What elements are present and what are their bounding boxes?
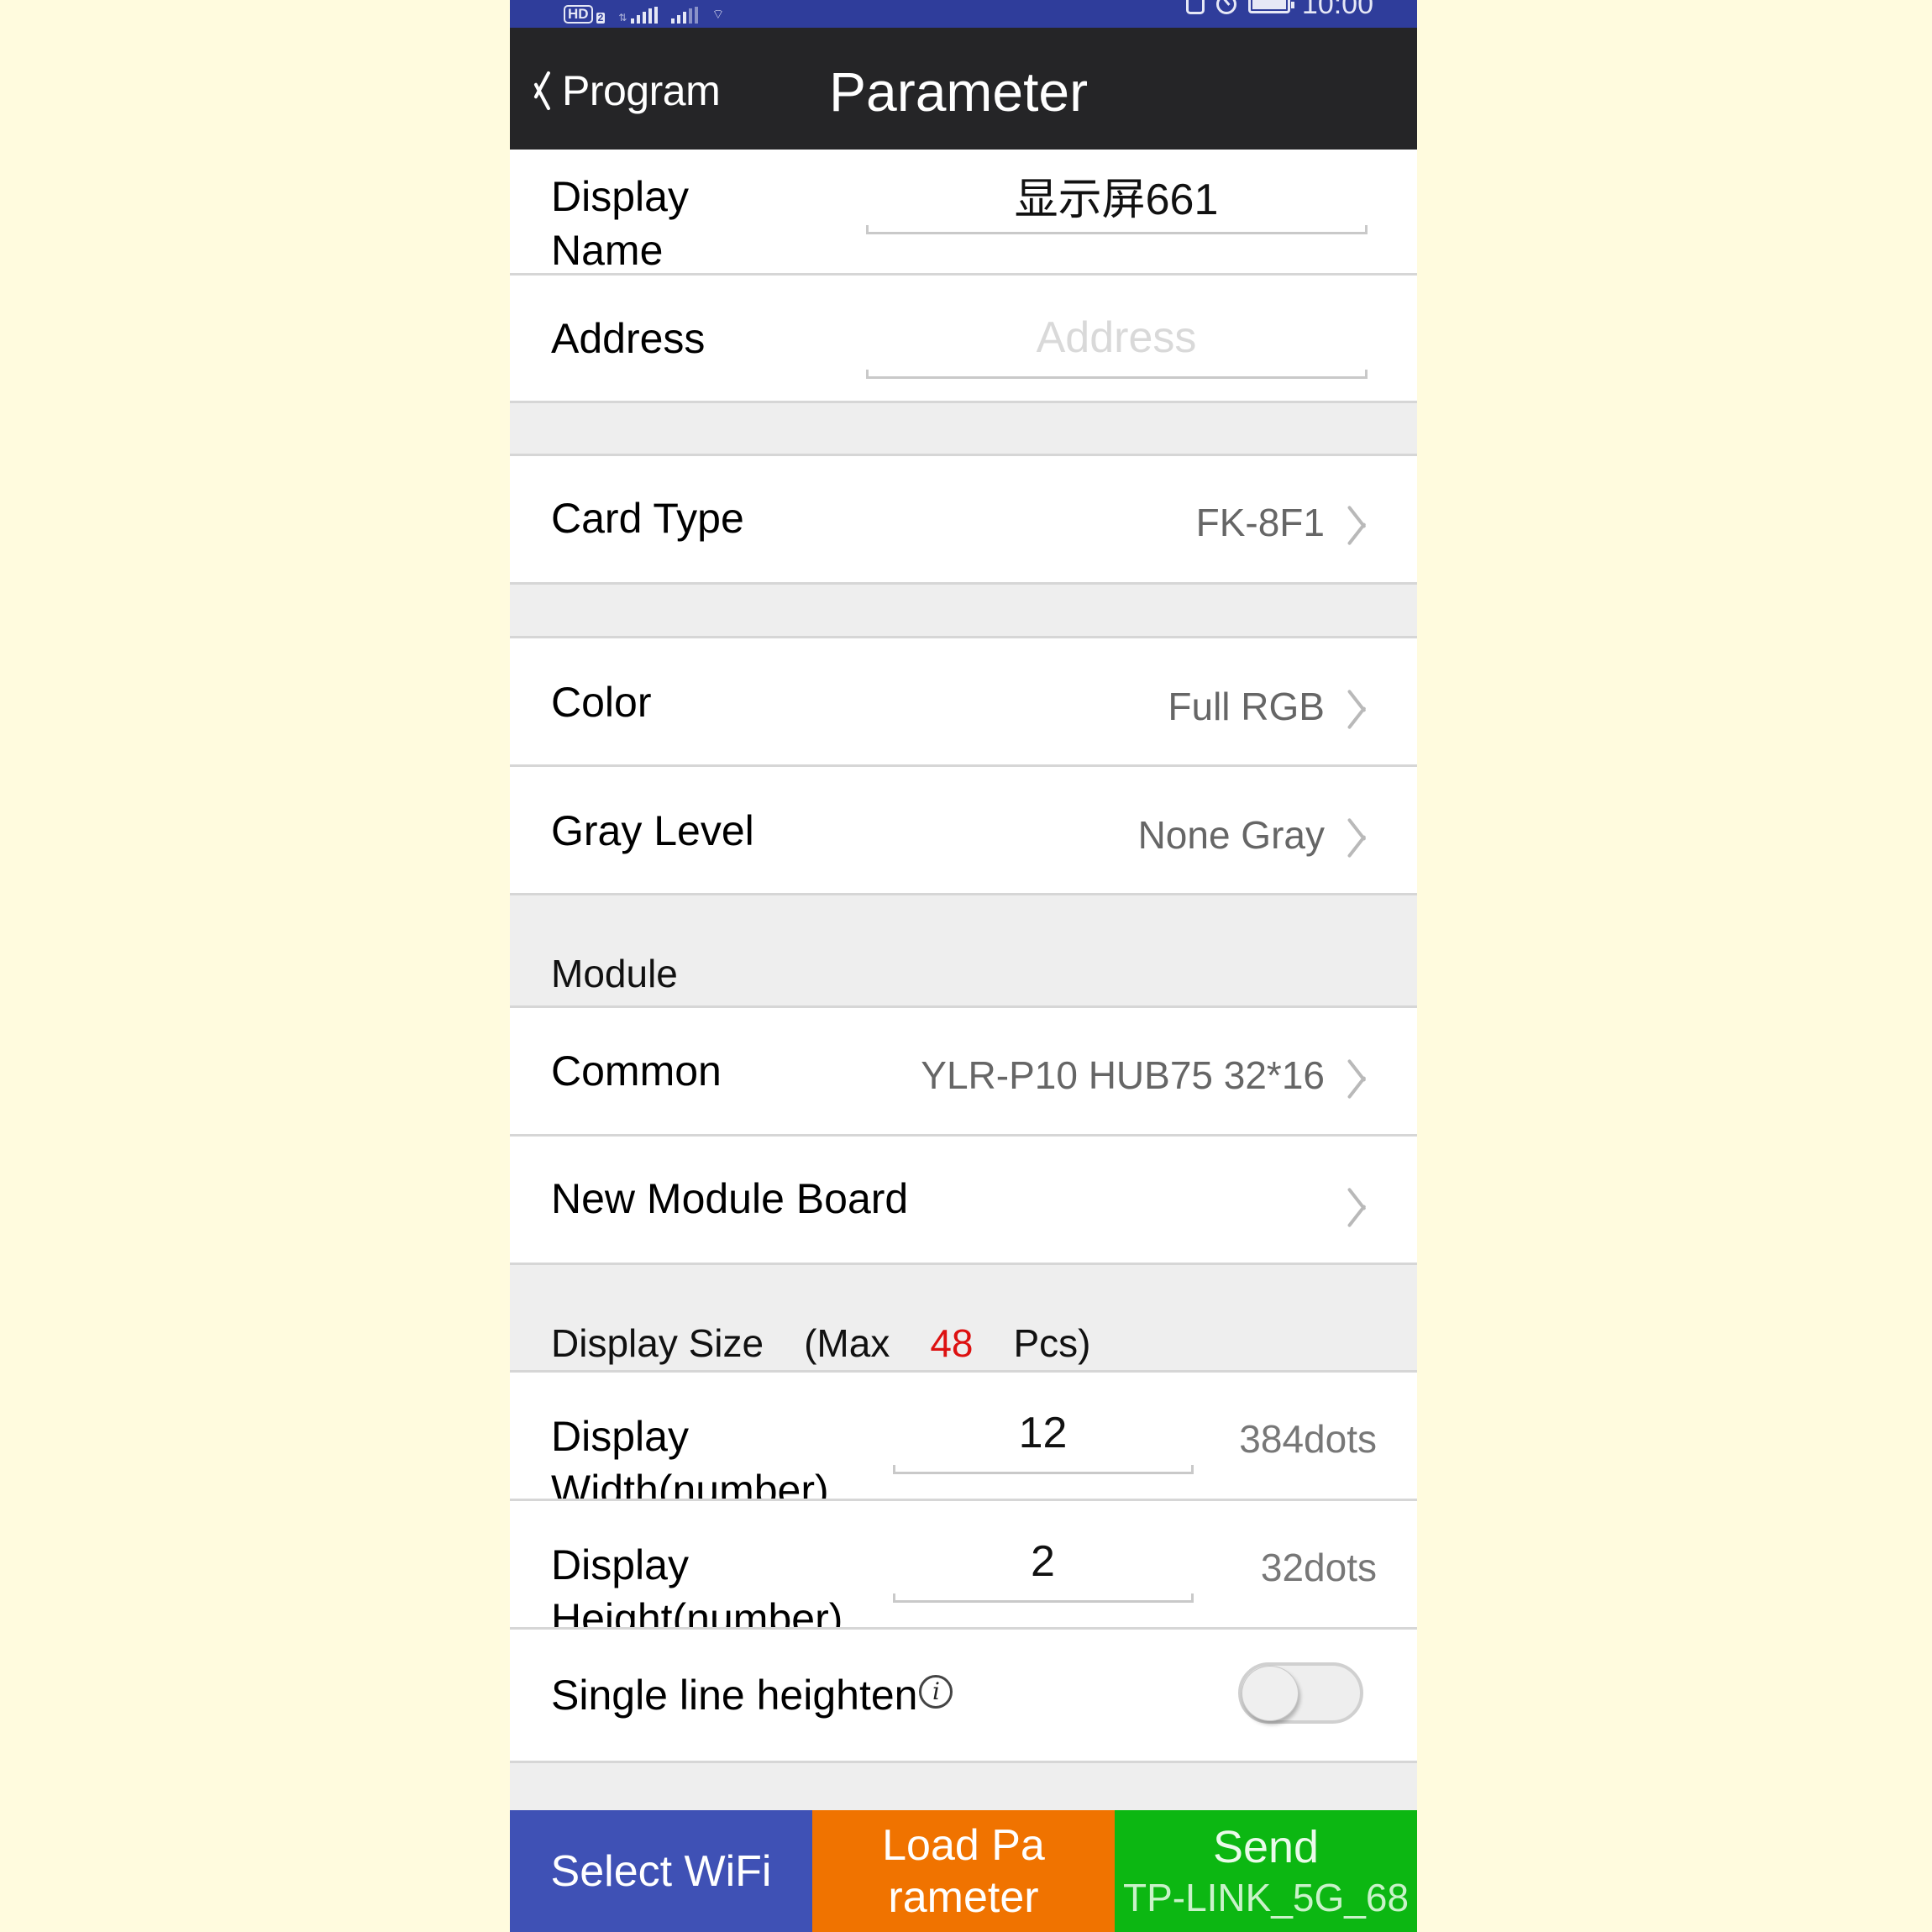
display-width-row: Display Width(number) 384dots bbox=[510, 1373, 1417, 1501]
signal-icon bbox=[671, 7, 699, 24]
load-parameter-button[interactable]: Load Pa rameter bbox=[812, 1810, 1115, 1932]
alarm-icon bbox=[1215, 0, 1236, 14]
label-line: Display bbox=[551, 1413, 689, 1460]
display-size-section-header: Display Size (Max 48 Pcs) bbox=[510, 1265, 1417, 1373]
gray-level-label: Gray Level bbox=[551, 807, 754, 854]
sim-slot-badge: 2 bbox=[596, 12, 606, 24]
display-width-dots: 384dots bbox=[1239, 1417, 1377, 1461]
chevron-right-icon bbox=[1353, 686, 1377, 728]
back-button[interactable]: Program bbox=[528, 61, 721, 120]
color-label: Color bbox=[551, 679, 652, 726]
display-height-input[interactable] bbox=[893, 1536, 1193, 1587]
display-name-field[interactable] bbox=[866, 170, 1367, 225]
battery-icon bbox=[1247, 0, 1294, 13]
max-suffix: Pcs) bbox=[1013, 1321, 1091, 1365]
select-wifi-button[interactable]: Select WiFi bbox=[510, 1810, 812, 1932]
display-width-label: Display Width(number) bbox=[551, 1410, 829, 1501]
address-label: Address bbox=[551, 315, 706, 362]
section-gap bbox=[510, 585, 1417, 638]
load-parameter-label: Load Pa bbox=[882, 1820, 1045, 1870]
display-height-field[interactable] bbox=[893, 1536, 1193, 1587]
status-bar-right: 10:00 bbox=[1185, 0, 1373, 20]
page-title: Parameter bbox=[829, 60, 1089, 123]
section-gap bbox=[510, 1763, 1417, 1810]
card-type-label: Card Type bbox=[551, 495, 744, 542]
phone-screen: HD 2 ⇅ ⌔ 10:00 Program Parameter Display… bbox=[510, 0, 1417, 1932]
address-input[interactable] bbox=[866, 312, 1367, 363]
display-height-dots: 32dots bbox=[1260, 1546, 1377, 1589]
new-module-board-row[interactable]: New Module Board bbox=[510, 1137, 1417, 1265]
label-line: Height(number) bbox=[551, 1595, 843, 1630]
bottom-action-bar: Select WiFi Load Pa rameter Send TP-LINK… bbox=[510, 1810, 1417, 1932]
nfc-icon bbox=[1185, 0, 1205, 14]
back-label: Program bbox=[562, 67, 721, 114]
display-height-label: Display Height(number) bbox=[551, 1538, 843, 1630]
status-bar: HD 2 ⇅ ⌔ 10:00 bbox=[510, 0, 1417, 28]
toggle-knob bbox=[1242, 1666, 1299, 1721]
gray-level-value: None Gray bbox=[1137, 813, 1325, 857]
display-name-label: Display Name bbox=[551, 170, 689, 274]
common-value: YLR-P10 HUB75 32*16 bbox=[921, 1053, 1325, 1097]
status-bar-left: HD 2 ⇅ ⌔ bbox=[564, 0, 724, 24]
section-gap bbox=[510, 403, 1417, 456]
label-line: Display bbox=[551, 1541, 689, 1588]
display-size-title: Display Size bbox=[551, 1321, 764, 1365]
gray-level-row[interactable]: Gray Level None Gray bbox=[510, 767, 1417, 895]
status-time: 10:00 bbox=[1301, 0, 1373, 20]
color-value: Full RGB bbox=[1168, 685, 1325, 728]
single-line-heighten-row: Single line heighten i bbox=[510, 1630, 1417, 1763]
max-count: 48 bbox=[930, 1321, 974, 1365]
address-row: Address bbox=[510, 276, 1417, 403]
card-type-value: FK-8F1 bbox=[1195, 501, 1325, 544]
send-label: Send bbox=[1212, 1821, 1320, 1872]
display-name-input[interactable] bbox=[866, 170, 1367, 220]
common-label: Common bbox=[551, 1047, 722, 1095]
address-field[interactable] bbox=[866, 312, 1367, 363]
chevron-right-icon bbox=[1353, 815, 1377, 857]
chevron-right-icon bbox=[1353, 1184, 1377, 1226]
common-module-row[interactable]: Common YLR-P10 HUB75 32*16 bbox=[510, 1008, 1417, 1137]
display-size-section-label: Display Size (Max 48 Pcs) bbox=[551, 1320, 1091, 1366]
signal-icon: ⇅ bbox=[618, 7, 659, 24]
display-height-row: Display Height(number) 32dots bbox=[510, 1501, 1417, 1630]
color-row[interactable]: Color Full RGB bbox=[510, 638, 1417, 767]
chevron-right-icon bbox=[1353, 502, 1377, 544]
hd-voice-icon: HD bbox=[564, 5, 593, 24]
single-line-heighten-text: Single line heighten bbox=[551, 1672, 918, 1719]
select-wifi-label: Select WiFi bbox=[550, 1846, 772, 1896]
single-line-heighten-toggle[interactable] bbox=[1238, 1662, 1363, 1724]
wifi-icon: ⌔ bbox=[711, 8, 725, 22]
send-target-wifi: TP-LINK_5G_68 bbox=[1122, 1875, 1410, 1919]
label-line: Name bbox=[551, 227, 664, 274]
load-parameter-label: rameter bbox=[888, 1872, 1039, 1922]
nav-header: Program Parameter bbox=[510, 28, 1417, 150]
chevron-left-icon bbox=[528, 66, 559, 115]
card-type-row[interactable]: Card Type FK-8F1 bbox=[510, 456, 1417, 585]
display-width-input[interactable] bbox=[893, 1408, 1193, 1458]
input-underline bbox=[866, 225, 1368, 234]
single-line-heighten-label: Single line heighten i bbox=[551, 1668, 953, 1722]
label-line: Display bbox=[551, 173, 689, 220]
chevron-right-icon bbox=[1353, 1056, 1377, 1098]
input-underline bbox=[866, 370, 1368, 379]
label-line: Width(number) bbox=[551, 1467, 829, 1501]
new-module-board-label: New Module Board bbox=[551, 1175, 909, 1222]
max-prefix: (Max bbox=[804, 1321, 890, 1365]
module-section-label: Module bbox=[551, 952, 678, 995]
send-button[interactable]: Send TP-LINK_5G_68 bbox=[1115, 1810, 1417, 1932]
info-icon[interactable]: i bbox=[919, 1675, 953, 1709]
input-underline bbox=[893, 1465, 1194, 1474]
module-section-header: Module bbox=[510, 895, 1417, 1008]
input-underline bbox=[893, 1593, 1194, 1603]
display-width-field[interactable] bbox=[893, 1408, 1193, 1458]
display-name-row: Display Name bbox=[510, 150, 1417, 276]
